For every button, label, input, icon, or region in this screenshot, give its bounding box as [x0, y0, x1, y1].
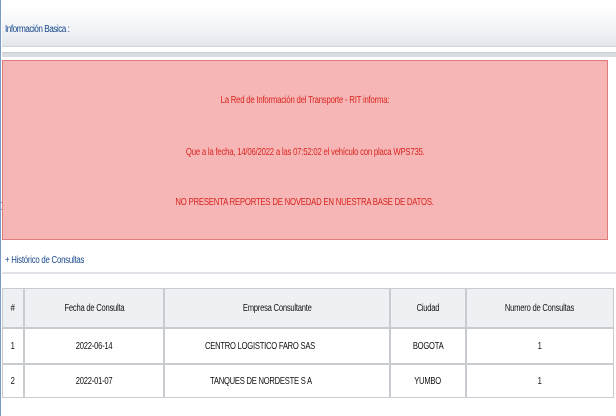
row-city: BOGOTA: [390, 328, 466, 364]
panel-edge: [607, 182, 616, 240]
section-title: Información Basica :: [5, 24, 70, 35]
history-table: # Fecha de Consulta Empresa Consultante …: [2, 288, 614, 398]
row-company: TANQUES DE NORDESTE S A: [164, 364, 390, 398]
row-query-count: 1: [466, 328, 614, 364]
table-row: 1 2022-06-14 CENTRO LOGISTICO FARO SAS B…: [2, 328, 614, 364]
alert-line-header: La Red de Información del Transporte - R…: [220, 94, 390, 106]
col-header-number: #: [2, 288, 24, 328]
row-date: 2022-01-07: [24, 364, 164, 398]
separator-bar: [2, 52, 616, 57]
history-divider: [2, 272, 616, 274]
col-header-city: Ciudad: [390, 288, 466, 328]
row-number: 1: [2, 328, 24, 364]
row-date: 2022-06-14: [24, 328, 164, 364]
col-header-date: Fecha de Consulta: [24, 288, 164, 328]
col-header-query-count: Numero de Consultas: [466, 288, 614, 328]
alert-line-status: NO PRESENTA REPORTES DE NOVEDAD EN NUEST…: [175, 196, 435, 208]
table-row: 2 2022-01-07 TANQUES DE NORDESTE S A YUM…: [2, 364, 614, 398]
row-city: YUMBO: [390, 364, 466, 398]
rit-alert-box: La Red de Información del Transporte - R…: [2, 60, 608, 240]
alert-line-date-plate: Que a la fecha, 14/06/2022 a las 07:52:0…: [185, 146, 425, 158]
row-query-count: 1: [466, 364, 614, 398]
col-header-company: Empresa Consultante: [164, 288, 390, 328]
history-toggle-link[interactable]: + Histórico de Consultas: [5, 255, 84, 266]
basic-info-header: Información Basica :: [2, 6, 616, 47]
row-company: CENTRO LOGISTICO FARO SAS: [164, 328, 390, 364]
row-number: 2: [2, 364, 24, 398]
table-header-row: # Fecha de Consulta Empresa Consultante …: [2, 288, 614, 328]
